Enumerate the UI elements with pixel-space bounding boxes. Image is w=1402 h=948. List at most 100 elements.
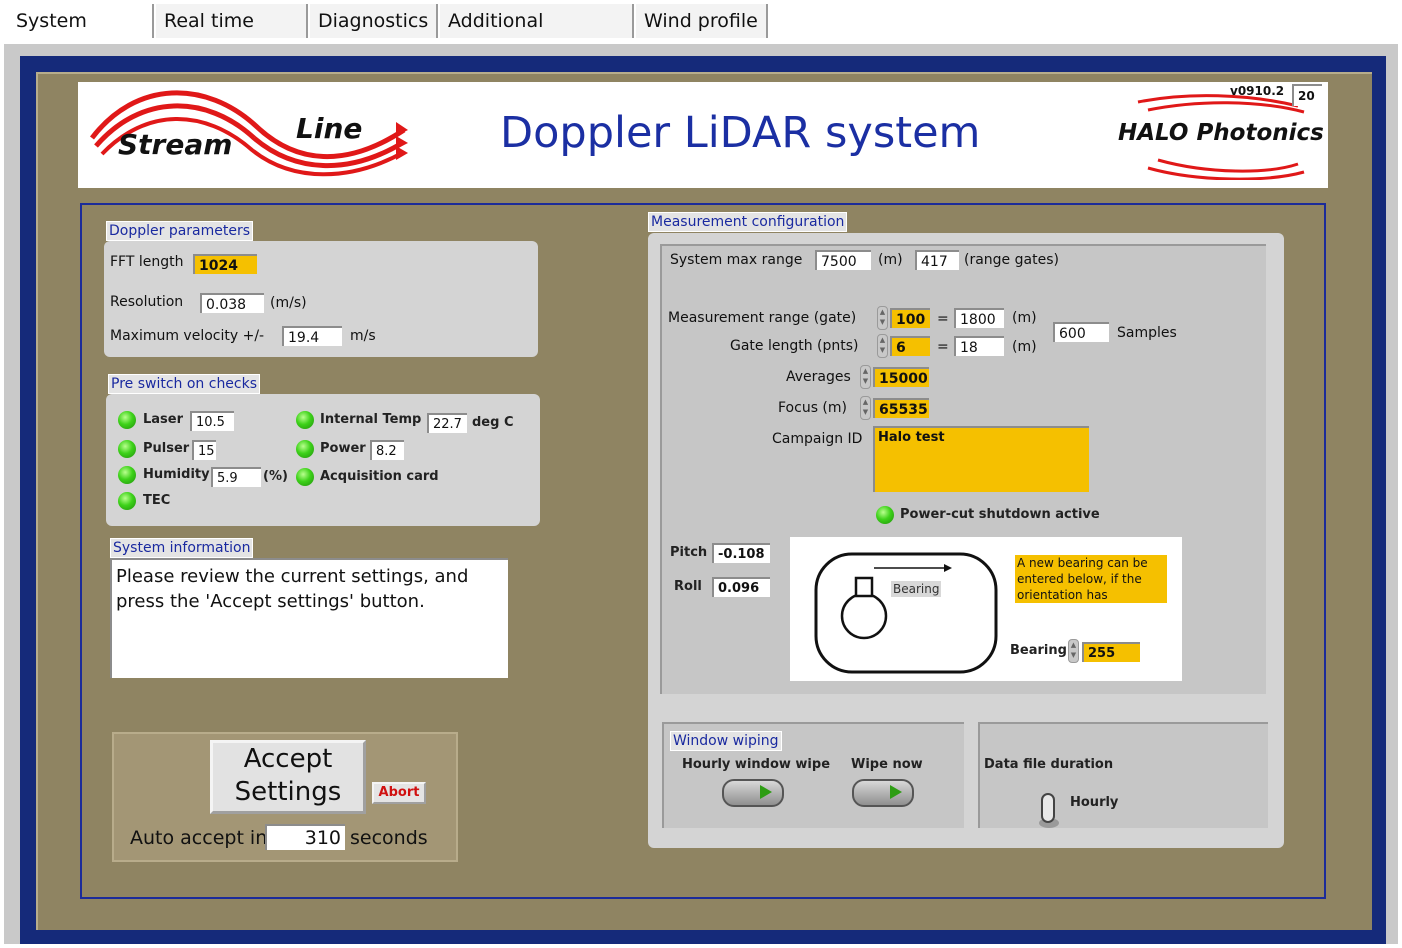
humidity-status-led xyxy=(118,466,136,484)
data-file-duration-label: Data file duration xyxy=(984,757,1114,772)
max-velocity-label: Maximum velocity +/- xyxy=(110,328,265,344)
gate-length-equals: = xyxy=(937,339,949,355)
pulser-field: 15 xyxy=(192,440,216,460)
gate-length-field[interactable]: 6 xyxy=(890,336,930,356)
tab-diagnostics[interactable]: Diagnostics xyxy=(310,4,438,38)
laser-field: 10.5 xyxy=(190,411,234,431)
wipe-now-label: Wipe now xyxy=(851,757,923,772)
bearing-diagram-label: Bearing xyxy=(891,581,942,597)
data-file-duration-group xyxy=(978,722,1268,828)
measurement-range-spinner[interactable]: ▲ ▼ xyxy=(877,306,888,330)
humidity-field: 5.9 xyxy=(211,467,261,487)
system-information-text: Please review the current settings, and … xyxy=(110,558,508,678)
fft-length-label: FFT length xyxy=(110,254,184,270)
data-file-duration-switch[interactable] xyxy=(1036,790,1062,830)
gate-length-m-field: 18 xyxy=(954,336,1004,356)
version-box: 20 xyxy=(1292,84,1322,106)
bearing-spinner[interactable]: ▲ ▼ xyxy=(1068,639,1079,663)
version-label: v0910.2 xyxy=(1230,84,1285,98)
focus-label: Focus (m) xyxy=(778,400,847,416)
abort-button[interactable]: Abort xyxy=(372,782,426,804)
tab-additional-displays[interactable]: Additional displays xyxy=(440,4,634,66)
laser-label: Laser xyxy=(143,412,184,427)
auto-accept-countdown: 310 xyxy=(265,824,345,850)
power-status-led xyxy=(296,440,314,458)
campaign-id-field[interactable]: Halo test xyxy=(873,426,1089,492)
system-max-range-field: 7500 xyxy=(815,250,871,270)
accept-settings-button[interactable]: Accept Settings xyxy=(210,740,366,814)
max-velocity-field: 19.4 xyxy=(282,326,342,346)
focus-spinner[interactable]: ▲ ▼ xyxy=(860,396,871,420)
internal-temp-label: Internal Temp xyxy=(320,412,422,427)
pulser-label: Pulser xyxy=(143,441,190,456)
system-max-range-unit: (m) xyxy=(878,252,903,268)
halo-photonics-logo: HALO Photonics xyxy=(1118,120,1324,146)
hourly-window-wipe-label: Hourly window wipe xyxy=(682,757,831,772)
auto-accept-label: Auto accept in xyxy=(130,827,268,849)
logo-word-stream: Stream xyxy=(118,128,233,161)
auto-accept-unit: seconds xyxy=(350,827,428,849)
tec-label: TEC xyxy=(143,493,171,508)
doppler-parameters-heading: Doppler parameters xyxy=(106,221,254,241)
play-icon xyxy=(890,785,902,799)
pitch-field: -0.108 xyxy=(712,543,770,563)
humidity-label: Humidity xyxy=(143,467,210,482)
power-cut-label: Power-cut shutdown active xyxy=(900,507,1100,522)
tab-system-setup[interactable]: System setup xyxy=(8,4,154,66)
measurement-range-label: Measurement range (gate) xyxy=(668,310,857,326)
laser-status-led xyxy=(118,411,136,429)
measurement-range-equals: = xyxy=(937,311,949,327)
humidity-unit: (%) xyxy=(263,469,288,484)
power-label: Power xyxy=(320,441,366,456)
bearing-label: Bearing xyxy=(1010,643,1067,658)
tab-wind-profile[interactable]: Wind profile xyxy=(636,4,768,38)
acquisition-card-status-led xyxy=(296,468,314,486)
averages-spinner[interactable]: ▲ ▼ xyxy=(860,365,871,389)
range-gates-field: 417 xyxy=(915,250,959,270)
bearing-note: A new bearing can be entered below, if t… xyxy=(1015,555,1167,603)
system-max-range-label: System max range xyxy=(670,252,803,268)
pulser-status-led xyxy=(118,440,136,458)
resolution-field: 0.038 xyxy=(200,293,264,313)
power-field: 8.2 xyxy=(370,440,404,460)
roll-label: Roll xyxy=(674,579,702,594)
samples-label: Samples xyxy=(1117,325,1177,341)
resolution-label: Resolution xyxy=(110,294,184,310)
pre-switch-checks-heading: Pre switch on checks xyxy=(108,374,261,394)
data-file-duration-value: Hourly xyxy=(1070,795,1119,810)
roll-field: 0.096 xyxy=(712,577,770,597)
max-velocity-unit: m/s xyxy=(350,328,376,344)
lidar-orientation-diagram xyxy=(814,552,998,674)
power-cut-status-led xyxy=(876,506,894,524)
tec-status-led xyxy=(118,492,136,510)
accept-settings-line2: Settings xyxy=(234,777,342,807)
page-title: Doppler LiDAR system xyxy=(500,108,981,158)
internal-temp-field: 22.7 xyxy=(427,413,467,433)
averages-field[interactable]: 15000 xyxy=(873,367,929,387)
window-wiping-heading: Window wiping xyxy=(670,731,782,751)
tab-bar: System setup Real time data Diagnostics … xyxy=(0,0,1402,66)
play-icon xyxy=(760,785,772,799)
system-information-heading: System information xyxy=(110,538,254,558)
acquisition-card-label: Acquisition card xyxy=(320,469,439,484)
resolution-unit: (m/s) xyxy=(270,295,307,311)
samples-field: 600 xyxy=(1053,322,1109,342)
gate-length-unit: (m) xyxy=(1012,339,1037,355)
bearing-field[interactable]: 255 xyxy=(1082,642,1140,662)
focus-field[interactable]: 65535 xyxy=(873,398,929,418)
campaign-id-label: Campaign ID xyxy=(772,431,863,447)
measurement-range-m-field: 1800 xyxy=(954,308,1004,328)
fft-length-field[interactable]: 1024 xyxy=(193,254,257,274)
gate-length-spinner[interactable]: ▲ ▼ xyxy=(877,334,888,358)
measurement-configuration-heading: Measurement configuration xyxy=(648,212,848,232)
gate-length-label: Gate length (pnts) xyxy=(730,338,859,354)
measurement-range-gate-field[interactable]: 100 xyxy=(890,308,930,328)
averages-label: Averages xyxy=(786,369,851,385)
internal-temp-status-led xyxy=(296,411,314,429)
tab-real-time-data[interactable]: Real time data xyxy=(156,4,308,66)
logo-word-line: Line xyxy=(296,112,363,145)
accept-settings-line1: Accept xyxy=(243,744,333,774)
wipe-now-button[interactable] xyxy=(852,779,914,807)
range-gates-unit: (range gates) xyxy=(964,252,1059,268)
hourly-window-wipe-toggle[interactable] xyxy=(722,779,784,807)
